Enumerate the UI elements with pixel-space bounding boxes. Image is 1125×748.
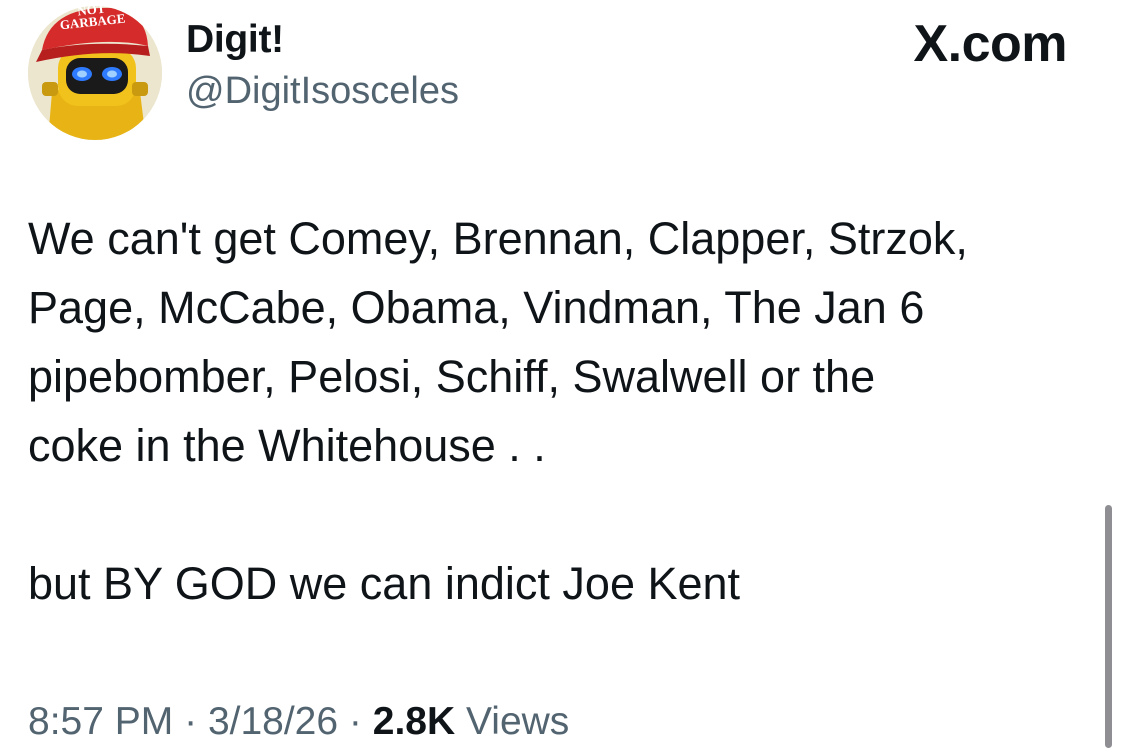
- tweet-paragraph: but BY GOD we can indict Joe Kent: [28, 558, 741, 609]
- views-count[interactable]: 2.8K: [373, 700, 455, 743]
- tweet-meta: 8:57 PM · 3/18/26 · 2.8K Views: [28, 700, 569, 744]
- tweet-text: We can't get Comey, Brennan, Clapper, St…: [28, 204, 1098, 618]
- user-handle[interactable]: @DigitIsosceles: [186, 70, 459, 113]
- views-label: Views: [465, 700, 570, 743]
- tweet-date[interactable]: 3/18/26: [208, 700, 338, 743]
- scrollbar[interactable]: [1105, 505, 1112, 748]
- display-name[interactable]: Digit!: [186, 18, 284, 62]
- x-brand-logo: X.com: [913, 15, 1067, 73]
- meta-separator: ·: [348, 700, 362, 743]
- tweet-time[interactable]: 8:57 PM: [28, 700, 173, 743]
- tweet-paragraph: We can't get Comey, Brennan, Clapper, St…: [28, 213, 968, 471]
- meta-separator: ·: [184, 700, 198, 743]
